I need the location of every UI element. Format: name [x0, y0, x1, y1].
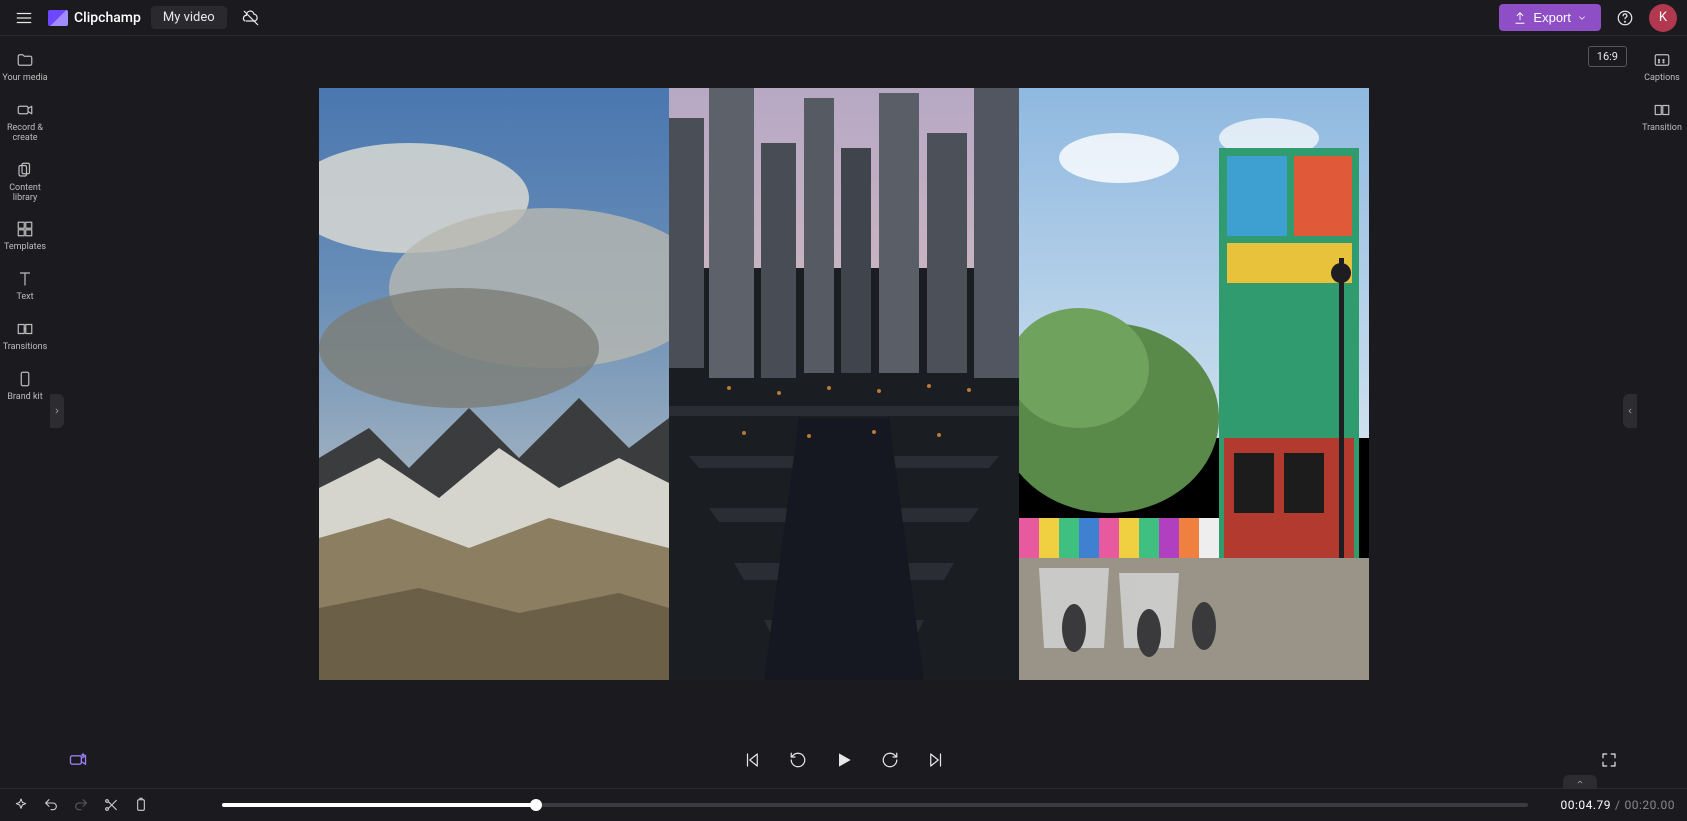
seek-back-icon[interactable]: [787, 749, 809, 771]
sidebar-item-transitions[interactable]: Transitions: [0, 313, 50, 359]
sidebar-item-templates[interactable]: Templates: [0, 213, 50, 259]
player-controls: [50, 732, 1637, 788]
left-rail: Your media Record & create Content libra…: [0, 36, 50, 788]
library-icon: [15, 160, 35, 180]
main-area: Your media Record & create Content libra…: [0, 36, 1687, 788]
preview-panel-right: [1019, 88, 1369, 680]
export-label: Export: [1533, 10, 1571, 25]
skip-back-icon[interactable]: [741, 749, 763, 771]
undo-icon[interactable]: [42, 796, 60, 814]
captions-icon: [1652, 50, 1672, 70]
project-title[interactable]: My video: [151, 6, 227, 29]
sidebar-item-content-library[interactable]: Content library: [0, 154, 50, 210]
total-time: 00:20.00: [1624, 798, 1675, 812]
sparkle-icon[interactable]: [12, 796, 30, 814]
redo-icon: [72, 796, 90, 814]
timeline-progress: [222, 803, 536, 807]
center-area: 16:9: [50, 36, 1637, 788]
folder-icon: [15, 50, 35, 70]
templates-icon: [15, 219, 35, 239]
timeline-tools: [12, 796, 150, 814]
timeline-bar: 00:04.79/00:20.00: [0, 788, 1687, 821]
aspect-ratio-selector[interactable]: 16:9: [1588, 46, 1627, 67]
sidebar-item-your-media[interactable]: Your media: [0, 44, 50, 90]
text-icon: [15, 269, 35, 289]
time-readout: 00:04.79/00:20.00: [1560, 798, 1675, 812]
current-time: 00:04.79: [1560, 798, 1611, 812]
app-logo[interactable]: Clipchamp: [48, 10, 141, 26]
clipchamp-mark-icon: [48, 10, 68, 26]
app-name: Clipchamp: [74, 10, 141, 26]
timeline-thumb[interactable]: [530, 799, 542, 811]
preview-area: 16:9: [50, 36, 1637, 732]
preview-canvas[interactable]: [319, 88, 1369, 680]
sidebar-item-transition[interactable]: Transition: [1637, 94, 1687, 140]
timeline-track[interactable]: [222, 803, 1528, 807]
expand-right-panel-handle[interactable]: [1623, 394, 1637, 428]
play-icon[interactable]: [833, 749, 855, 771]
chevron-down-icon: [1577, 13, 1587, 23]
export-button[interactable]: Export: [1499, 4, 1601, 31]
top-bar: Clipchamp My video Export K: [0, 0, 1687, 36]
help-icon[interactable]: [1611, 4, 1639, 32]
preview-panel-left: [319, 88, 669, 680]
transitions-icon: [15, 319, 35, 339]
fullscreen-icon[interactable]: [1595, 746, 1623, 774]
delete-icon[interactable]: [132, 796, 150, 814]
split-icon[interactable]: [102, 796, 120, 814]
transition-icon: [1652, 100, 1672, 120]
skip-forward-icon[interactable]: [925, 749, 947, 771]
ai-assist-icon[interactable]: [64, 746, 92, 774]
sidebar-item-record-create[interactable]: Record & create: [0, 94, 50, 150]
seek-forward-icon[interactable]: [879, 749, 901, 771]
sidebar-item-brand-kit[interactable]: Brand kit: [0, 363, 50, 409]
collapse-timeline-handle[interactable]: [1563, 775, 1597, 789]
preview-panel-center: [669, 88, 1019, 680]
sidebar-item-text[interactable]: Text: [0, 263, 50, 309]
sidebar-item-captions[interactable]: Captions: [1637, 44, 1687, 90]
hamburger-menu-icon[interactable]: [10, 4, 38, 32]
camera-icon: [15, 100, 35, 120]
avatar[interactable]: K: [1649, 4, 1677, 32]
right-rail: Captions Transition: [1637, 36, 1687, 788]
cloud-sync-off-icon[interactable]: [237, 4, 265, 32]
brandkit-icon: [15, 369, 35, 389]
